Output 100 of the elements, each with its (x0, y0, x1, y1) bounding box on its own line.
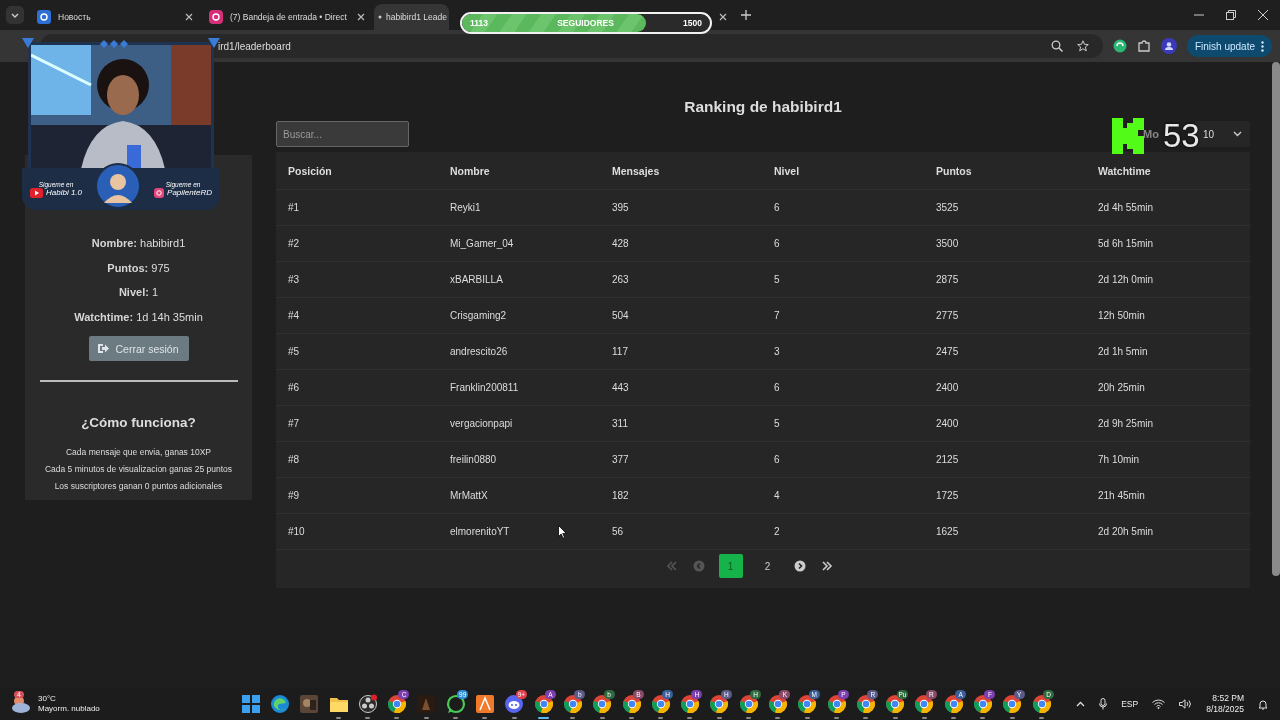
next-page-icon[interactable] (792, 560, 807, 572)
table-cell: xBARBILLA (450, 274, 503, 285)
table-cell: 21h 45min (1098, 490, 1145, 501)
table-cell: 504 (612, 310, 629, 321)
loading-icon (378, 15, 382, 19)
profile-icon[interactable] (1160, 38, 1177, 54)
scrollbar[interactable] (1272, 62, 1280, 576)
page-button[interactable]: 2 (755, 554, 780, 578)
table-cell: 5 (774, 274, 780, 285)
table-cell: 2400 (936, 418, 959, 429)
table-cell: 2d 20h 5min (1098, 526, 1154, 537)
microphone-icon[interactable] (1099, 698, 1108, 710)
table-cell: #2 (288, 238, 300, 249)
kick-logo-icon (1112, 118, 1144, 154)
table-cell: #10 (288, 526, 305, 537)
table-cell: 6 (774, 454, 780, 465)
table-cell: #8 (288, 454, 300, 465)
help-heading: ¿Cómo funciona? (81, 415, 196, 431)
table-cell: andrescito26 (450, 346, 508, 357)
table-cell: 7 (774, 310, 780, 321)
table-cell: MrMattX (450, 490, 488, 501)
table-cell: #3 (288, 274, 300, 285)
table-cell: 428 (612, 238, 629, 249)
profile-field: Watchtime: 1d 14h 35min (74, 304, 203, 330)
chevron-down-icon (1233, 131, 1242, 137)
logout-button[interactable]: Cerrar sesión (88, 336, 189, 362)
restore-icon[interactable] (1226, 10, 1236, 20)
page-title: Ranking de habibird1 (683, 98, 843, 117)
follower-count: 1113 (470, 18, 488, 28)
search-field[interactable]: Buscar... (276, 121, 409, 147)
puzzle-icon[interactable] (1136, 39, 1151, 53)
table-cell: 12h 50min (1098, 310, 1145, 321)
table-cell: 2475 (936, 346, 959, 357)
column-header: Nivel (774, 164, 800, 177)
close-icon[interactable] (357, 13, 365, 21)
table-cell: 1725 (936, 490, 959, 501)
table-cell: #6 (288, 382, 300, 393)
zoom-icon[interactable] (1050, 40, 1063, 52)
table-cell: 2d 4h 55min (1098, 202, 1154, 213)
table-cell: 3 (774, 346, 780, 357)
profile-field: Puntos: 975 (107, 255, 170, 281)
rule-text: Cada 5 minutos de visualizacion ganas 25 puntos (44, 463, 233, 477)
table-cell: Franklin200811 (450, 382, 519, 393)
rule-text: Cada mensaje que envia, ganas 10XP (65, 446, 212, 460)
table-cell: 395 (612, 202, 629, 213)
finish-update-button[interactable]: Finish update (1186, 35, 1272, 57)
browser-tab[interactable]: habibird1 Leade (374, 4, 449, 30)
new-tab-icon[interactable] (741, 10, 751, 20)
follower-label: SEGUIDORES (557, 18, 614, 28)
notification-bell-icon[interactable] (1258, 698, 1268, 710)
table-cell: 5 (774, 418, 780, 429)
social-handle: PapilenteRD (167, 188, 212, 197)
browser-tab[interactable]: (7) Bandeja de entrada • Direct (202, 4, 372, 30)
column-header: Puntos (936, 164, 972, 177)
table-cell: 182 (612, 490, 629, 501)
table-cell: freilin0880 (450, 454, 497, 465)
table-cell: 6 (774, 202, 780, 213)
table-cell: vergacionpapi (450, 418, 513, 429)
extension-icon[interactable] (1112, 39, 1127, 53)
page-size-label: Mo (1143, 128, 1159, 140)
table-cell: 56 (612, 526, 624, 537)
temperature: 30°C (38, 694, 57, 704)
table-cell: 2d 1h 5min (1098, 346, 1148, 357)
mouse-pointer-icon (558, 525, 567, 539)
close-icon[interactable] (185, 13, 193, 21)
social-handle: Habibi 1.0 (46, 188, 83, 197)
logout-icon (98, 344, 110, 354)
bookmark-star-icon[interactable] (1076, 40, 1089, 52)
column-header: Mensajes (612, 164, 660, 177)
table-cell: 2400 (936, 382, 959, 393)
clock[interactable]: 8:52 PM 8/18/2025 (1206, 693, 1244, 715)
table-cell: Crisgaming2 (450, 310, 507, 321)
table-cell: 7h 10min (1098, 454, 1140, 465)
profile-field: Nivel: 1 (118, 280, 159, 305)
language-indicator[interactable]: ESP (1121, 699, 1139, 709)
table-cell: 2 (774, 526, 780, 537)
browser-tab[interactable]: Новость (30, 4, 200, 30)
close-icon[interactable] (1258, 10, 1268, 20)
table-cell: 377 (612, 454, 629, 465)
close-icon[interactable] (719, 13, 727, 21)
column-header: Nombre (450, 164, 490, 177)
table-cell: 2d 9h 25min (1098, 418, 1154, 429)
table-cell: 5d 6h 15min (1098, 238, 1154, 249)
frame-decoration-icon (22, 38, 220, 50)
table-cell: 2775 (936, 310, 959, 321)
rule-text: Los suscriptores ganan 0 puntos adicionales (54, 480, 223, 494)
last-page-icon[interactable] (819, 560, 834, 572)
table-cell: #7 (288, 418, 300, 429)
table-cell: 2125 (936, 454, 959, 465)
table-cell: 6 (774, 238, 780, 249)
table-cell: 117 (612, 346, 628, 357)
chevron-up-icon[interactable] (1076, 701, 1086, 707)
volume-icon[interactable] (1179, 699, 1193, 709)
table-cell: 6 (774, 382, 780, 393)
wifi-icon[interactable] (1152, 699, 1166, 709)
table-cell: 311 (612, 418, 628, 429)
table-cell: 263 (612, 274, 629, 285)
profile-field: Nombre: habibird1 (91, 231, 186, 256)
more-icon[interactable] (1261, 40, 1264, 52)
follower-goal: 1500 (683, 18, 702, 28)
